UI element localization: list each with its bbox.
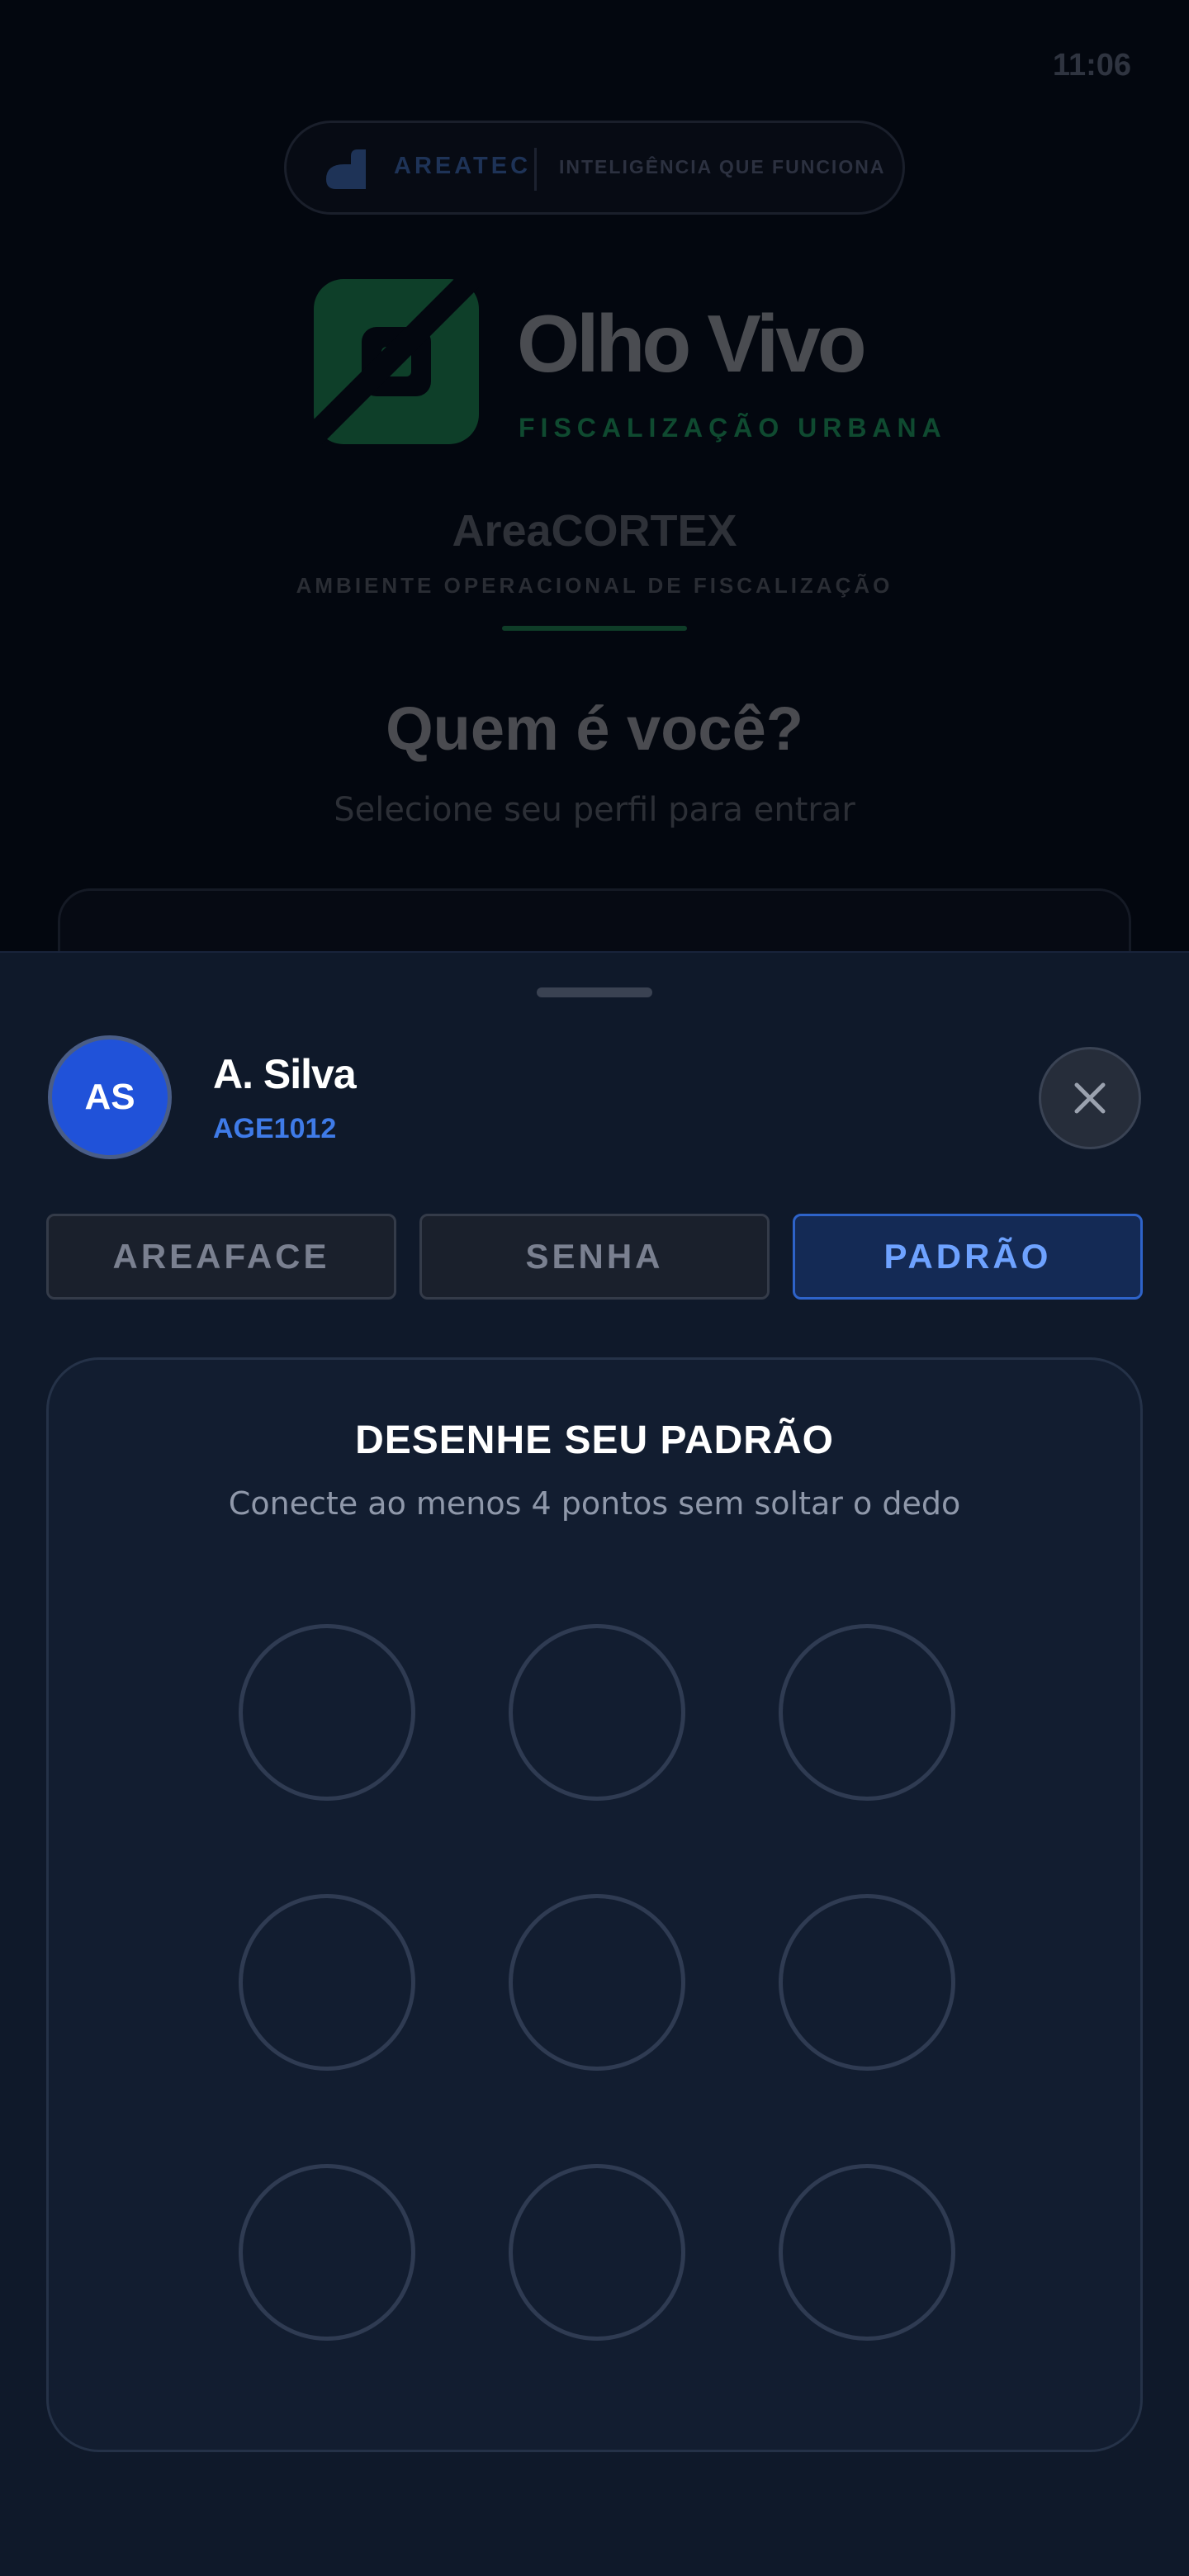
brand-tagline: INTELIGÊNCIA QUE FUNCIONA [559,156,886,178]
title-underline [502,626,687,631]
login-title: Quem é você? [386,694,803,763]
tab-padrao[interactable]: PADRÃO [793,1214,1143,1300]
background-screen: 11:06 AREATEC INTELIGÊNCIA QUE FUNCIONA … [0,0,1189,1004]
user-name: A. Silva [213,1051,357,1097]
logo-name: Olho Vivo [517,298,867,389]
logo-subtitle: FISCALIZAÇÃO URBANA [519,413,947,443]
pattern-dot-6[interactable] [779,1894,955,2071]
pattern-hint: Conecte ao menos 4 pontos sem soltar o d… [228,1485,961,1522]
close-icon [1074,1082,1106,1114]
pattern-dot-9[interactable] [779,2164,955,2341]
avatar: AS [48,1035,172,1159]
pattern-dot-4[interactable] [239,1894,415,2071]
app-title: AreaCORTEX [452,506,737,556]
user-code: AGE1012 [213,1113,337,1144]
pattern-dot-7[interactable] [239,2164,415,2341]
auth-bottom-sheet: AS A. Silva AGE1012 AREAFACE SENHA PADRÃ… [0,951,1189,2576]
sheet-drag-handle[interactable] [537,987,652,997]
pattern-title: DESENHE SEU PADRÃO [355,1418,834,1462]
pattern-dot-1[interactable] [239,1624,415,1801]
brand-name: AREATEC [394,153,532,179]
app-subtitle: AMBIENTE OPERACIONAL DE FISCALIZAÇÃO [296,573,893,598]
brand-pill: AREATEC INTELIGÊNCIA QUE FUNCIONA [284,121,905,215]
pattern-dot-5[interactable] [509,1894,685,2071]
login-subtitle: Selecione seu perfil para entrar [334,791,855,829]
brand-divider [534,148,537,191]
tab-areaface[interactable]: AREAFACE [46,1214,396,1300]
pattern-dot-8[interactable] [509,2164,685,2341]
areatec-logo-icon [326,149,366,189]
pattern-dot-2[interactable] [509,1624,685,1801]
tab-senha[interactable]: SENHA [419,1214,770,1300]
status-time: 11:06 [1052,48,1131,83]
pattern-dot-3[interactable] [779,1624,955,1801]
close-button[interactable] [1039,1047,1141,1149]
pattern-card: DESENHE SEU PADRÃO Conecte ao menos 4 po… [46,1357,1143,2452]
olho-vivo-logo-icon [314,279,479,444]
